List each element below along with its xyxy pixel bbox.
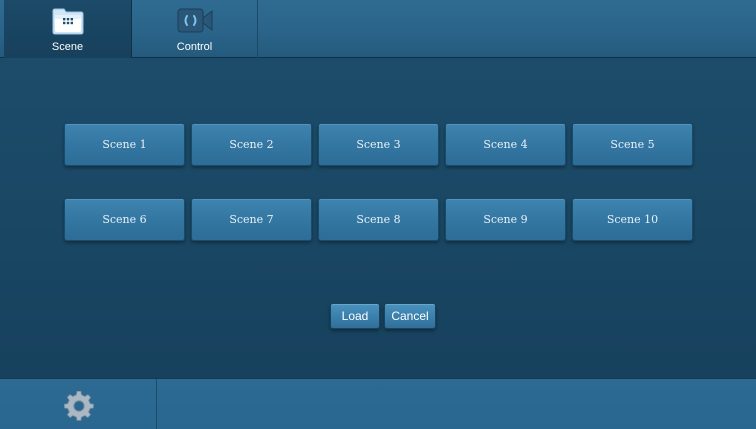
scene-button-3[interactable]: Scene 3 xyxy=(318,123,439,166)
grid-folder-icon xyxy=(52,8,83,35)
scene-button-10[interactable]: Scene 10 xyxy=(572,198,693,241)
scene-screen: Scene Control Scene 1 Scene 2 Scene 3 Sc… xyxy=(0,0,756,429)
top-tab-bar: Scene Control xyxy=(0,0,756,58)
cancel-button[interactable]: Cancel xyxy=(384,303,436,329)
scene-button-1[interactable]: Scene 1 xyxy=(64,123,185,166)
gear-icon xyxy=(64,391,94,421)
tab-control-label: Control xyxy=(176,41,213,53)
load-button[interactable]: Load xyxy=(330,303,380,329)
settings-button[interactable] xyxy=(0,379,157,429)
scene-button-2[interactable]: Scene 2 xyxy=(191,123,312,166)
tab-scene[interactable]: Scene xyxy=(4,0,132,58)
tab-scene-label: Scene xyxy=(51,41,84,53)
scene-button-5[interactable]: Scene 5 xyxy=(572,123,693,166)
scene-button-9[interactable]: Scene 9 xyxy=(445,198,566,241)
scene-button-4[interactable]: Scene 4 xyxy=(445,123,566,166)
scene-button-7[interactable]: Scene 7 xyxy=(191,198,312,241)
scene-button-6[interactable]: Scene 6 xyxy=(64,198,185,241)
scene-button-8[interactable]: Scene 8 xyxy=(318,198,439,241)
video-control-icon xyxy=(177,8,212,33)
bottom-bar xyxy=(0,378,756,429)
tab-control[interactable]: Control xyxy=(132,0,258,58)
